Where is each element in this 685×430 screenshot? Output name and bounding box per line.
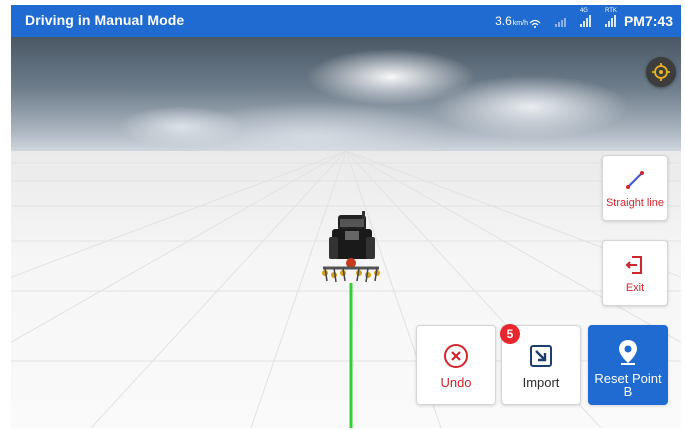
mode-title: Driving in Manual Mode — [25, 12, 185, 28]
rtk-signal-indicator: RTK — [604, 8, 617, 27]
locate-button[interactable] — [646, 57, 676, 87]
exit-icon — [625, 256, 642, 274]
app-screen: Driving in Manual Mode 3.6 km/h 4G RTK P… — [11, 5, 681, 428]
import-icon — [530, 345, 552, 367]
location-pin-icon — [619, 340, 637, 365]
gnss-signal-icon — [579, 15, 591, 27]
import-label: Import — [522, 375, 560, 390]
straight-line-label: Straight line — [605, 197, 665, 209]
exit-button[interactable]: Exit — [602, 240, 668, 306]
status-bar: Driving in Manual Mode 3.6 km/h 4G RTK P… — [11, 5, 681, 37]
tractor-icon — [329, 211, 375, 268]
clock: PM7:43 — [623, 13, 673, 29]
cell-signal-icon — [554, 15, 566, 27]
wifi-icon — [529, 19, 541, 28]
sky-background — [11, 37, 681, 151]
import-badge: 5 — [500, 324, 520, 344]
rtk-signal-icon — [604, 15, 616, 27]
speed-value: 3.6 — [495, 14, 512, 28]
gnss-signal-indicator: 4G — [579, 8, 591, 27]
speed-indicator: 3.6 km/h — [495, 14, 541, 28]
gnss-label: 4G — [579, 8, 588, 14]
undo-button[interactable]: Undo — [416, 325, 496, 405]
speed-unit: km/h — [512, 20, 528, 27]
status-indicators: 3.6 km/h 4G RTK PM7:43 — [495, 5, 673, 37]
exit-label: Exit — [625, 282, 645, 294]
import-button[interactable]: 5 Import — [500, 324, 581, 405]
reset-point-b-label: Reset Point B — [594, 371, 662, 399]
implement-icon — [322, 266, 380, 283]
undo-label: Undo — [440, 375, 472, 390]
rtk-label: RTK — [604, 8, 617, 14]
straight-line-button[interactable]: Straight line — [602, 155, 668, 221]
straight-line-icon — [626, 171, 644, 189]
reset-point-b-button[interactable]: Reset Point B — [588, 325, 668, 405]
undo-icon — [444, 344, 468, 368]
crosshair-icon — [652, 63, 670, 81]
